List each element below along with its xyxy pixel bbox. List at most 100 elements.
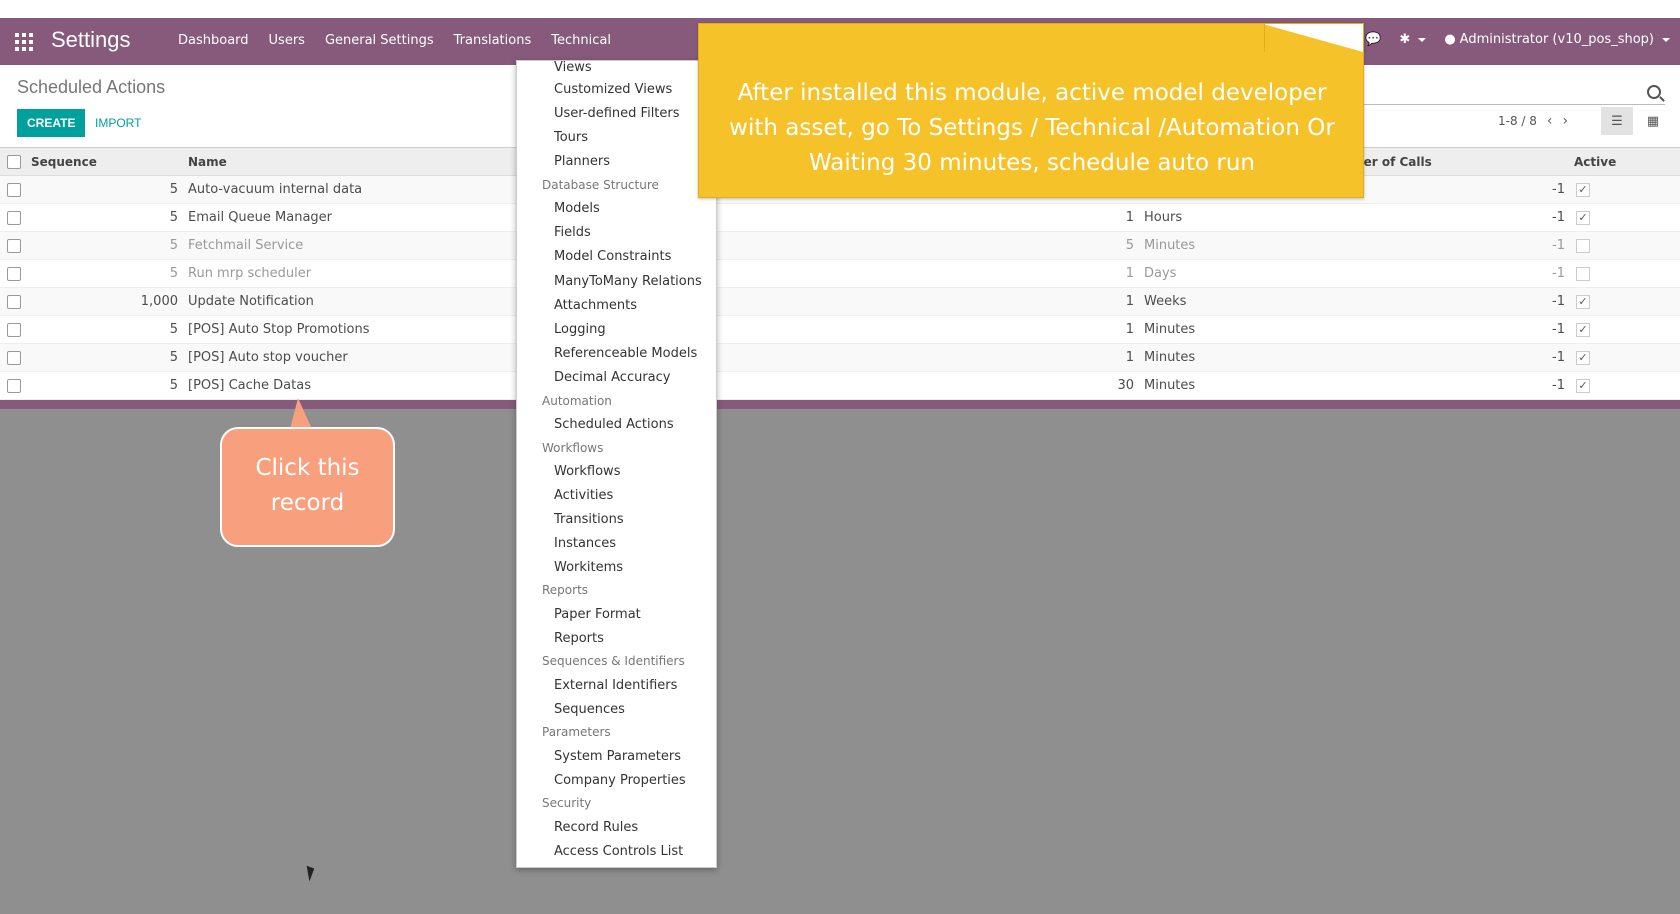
menu-item-fields[interactable]: Fields	[554, 225, 591, 240]
row-active-checkbox[interactable]: ✓	[1576, 322, 1590, 337]
row-name[interactable]: [POS] Cache Datas	[188, 378, 311, 393]
click-hint-tail	[290, 398, 312, 429]
row-name[interactable]: Update Notification	[188, 294, 314, 309]
row-number-of-calls: -1	[1552, 350, 1565, 365]
menu-item-sequences[interactable]: Sequences	[554, 702, 625, 717]
row-name[interactable]: [POS] Auto Stop Promotions	[188, 322, 370, 337]
menu-item-models[interactable]: Models	[554, 201, 600, 216]
user-avatar-icon: ●	[1444, 32, 1456, 47]
row-checkbox[interactable]	[7, 210, 21, 225]
menu-translations[interactable]: Translations	[444, 33, 542, 48]
menu-item-record-rules[interactable]: Record Rules	[554, 820, 638, 835]
row-checkbox[interactable]	[7, 266, 21, 281]
menu-section-automation: Automation	[542, 394, 612, 408]
row-name[interactable]: Auto-vacuum internal data	[188, 182, 362, 197]
row-sequence: 5	[169, 238, 178, 253]
menu-item-access-controls-list[interactable]: Access Controls List	[554, 844, 683, 859]
table-row[interactable]: 5 Email Queue Manager 1 Hours -1 ✓	[0, 204, 1680, 232]
menu-item-scheduled-actions[interactable]: Scheduled Actions	[554, 417, 674, 432]
user-menu[interactable]: ● Administrator (v10_pos_shop)	[1444, 32, 1670, 47]
table-row[interactable]: 5 [POS] Auto Stop Promotions 1 Minutes -1 ✓	[0, 316, 1680, 344]
debug-menu[interactable]: ✱	[1399, 32, 1427, 47]
header-active[interactable]: Active	[1574, 155, 1616, 169]
menu-section-database-structure: Database Structure	[542, 178, 659, 192]
search-icon[interactable]	[1647, 85, 1661, 99]
menu-item-workitems[interactable]: Workitems	[554, 560, 623, 575]
table-row[interactable]: 5 [POS] Cache Datas 30 Minutes -1 ✓	[0, 372, 1680, 400]
menu-item-logging[interactable]: Logging	[554, 322, 606, 337]
breadcrumb: Scheduled Actions	[17, 77, 166, 97]
select-all-checkbox[interactable]	[7, 154, 21, 169]
menu-item-views[interactable]: Views	[554, 61, 592, 75]
menu-item-reports[interactable]: Reports	[554, 631, 604, 646]
row-interval-unit: Hours	[1144, 210, 1183, 225]
row-checkbox[interactable]	[7, 378, 21, 393]
table-row[interactable]: 1,000 Update Notification 1 Weeks -1 ✓	[0, 288, 1680, 316]
menu-section-reports: Reports	[542, 583, 589, 597]
chevron-right-icon[interactable]: ›	[1563, 113, 1569, 129]
top-menu: Dashboard Users General Settings Transla…	[168, 33, 621, 48]
callout-fold	[1263, 24, 1363, 52]
chevron-down-icon	[1662, 37, 1670, 42]
import-button[interactable]: IMPORT	[87, 109, 149, 137]
app-title: Settings	[51, 27, 131, 52]
menu-item-tours[interactable]: Tours	[554, 130, 588, 145]
create-button[interactable]: CREATE	[17, 109, 86, 137]
row-active-checkbox[interactable]	[1576, 238, 1590, 253]
menu-item-system-parameters[interactable]: System Parameters	[554, 749, 681, 764]
menu-dashboard[interactable]: Dashboard	[168, 33, 259, 48]
calendar-view-icon[interactable]: ▦	[1637, 107, 1669, 135]
table-row[interactable]: 5 [POS] Auto stop voucher 1 Minutes -1 ✓	[0, 344, 1680, 372]
menu-general-settings[interactable]: General Settings	[315, 33, 444, 48]
row-checkbox[interactable]	[7, 322, 21, 337]
row-active-checkbox[interactable]: ✓	[1576, 182, 1590, 197]
menu-item-model-constraints[interactable]: Model Constraints	[554, 249, 671, 264]
menu-item-decimal-accuracy[interactable]: Decimal Accuracy	[554, 370, 671, 385]
row-sequence: 5	[169, 182, 178, 197]
menu-item-paper-format[interactable]: Paper Format	[554, 607, 641, 622]
menu-item-customized-views[interactable]: Customized Views	[554, 82, 672, 97]
menu-item-instances[interactable]: Instances	[554, 536, 616, 551]
menu-item-activities[interactable]: Activities	[554, 488, 613, 503]
menu-item-workflows[interactable]: Workflows	[554, 464, 620, 479]
header-sequence[interactable]: Sequence	[31, 155, 97, 169]
row-checkbox[interactable]	[7, 294, 21, 309]
user-name: Administrator (v10_pos_shop)	[1459, 32, 1654, 47]
row-name[interactable]: Fetchmail Service	[188, 238, 303, 253]
table-row[interactable]: 5 Fetchmail Service 5 Minutes -1	[0, 232, 1680, 260]
row-active-checkbox[interactable]	[1576, 266, 1590, 281]
row-checkbox[interactable]	[7, 238, 21, 253]
table-row[interactable]: 5 Run mrp scheduler 1 Days -1	[0, 260, 1680, 288]
row-active-checkbox[interactable]: ✓	[1576, 294, 1590, 309]
row-active-checkbox[interactable]: ✓	[1576, 350, 1590, 365]
menu-users[interactable]: Users	[259, 33, 315, 48]
header-name[interactable]: Name	[188, 155, 227, 169]
menu-item-planners[interactable]: Planners	[554, 154, 610, 169]
menu-item-referenceable-models[interactable]: Referenceable Models	[554, 346, 697, 361]
list-view-icon[interactable]: ☰	[1601, 107, 1633, 135]
menu-item-user-defined-filters[interactable]: User-defined Filters	[554, 106, 680, 121]
row-checkbox[interactable]	[7, 350, 21, 365]
menu-item-external-identifiers[interactable]: External Identifiers	[554, 678, 677, 693]
row-name[interactable]: [POS] Auto stop voucher	[188, 350, 348, 365]
header-number-of-calls[interactable]: ber of Calls	[1355, 155, 1432, 169]
row-active-checkbox[interactable]: ✓	[1576, 210, 1590, 225]
row-checkbox[interactable]	[7, 182, 21, 197]
pager-value[interactable]: 1-8 / 8	[1498, 114, 1537, 128]
menu-item-manytomany-relations[interactable]: ManyToMany Relations	[554, 274, 702, 289]
search-input[interactable]	[1360, 83, 1665, 105]
chevron-left-icon[interactable]: ‹	[1547, 113, 1553, 129]
menu-item-attachments[interactable]: Attachments	[554, 298, 637, 313]
menu-section-parameters: Parameters	[542, 725, 611, 739]
menu-item-transitions[interactable]: Transitions	[554, 512, 624, 527]
apps-grid-icon[interactable]	[15, 33, 33, 51]
menu-item-company-properties[interactable]: Company Properties	[554, 773, 686, 788]
chat-icon[interactable]: 💬	[1365, 32, 1381, 47]
row-active-checkbox[interactable]: ✓	[1576, 378, 1590, 393]
row-name[interactable]: Email Queue Manager	[188, 210, 332, 225]
row-name[interactable]: Run mrp scheduler	[188, 266, 311, 281]
row-number-of-calls: -1	[1552, 266, 1565, 281]
row-interval: 5	[1125, 238, 1134, 253]
row-sequence: 5	[169, 266, 178, 281]
menu-technical[interactable]: Technical	[541, 33, 621, 48]
